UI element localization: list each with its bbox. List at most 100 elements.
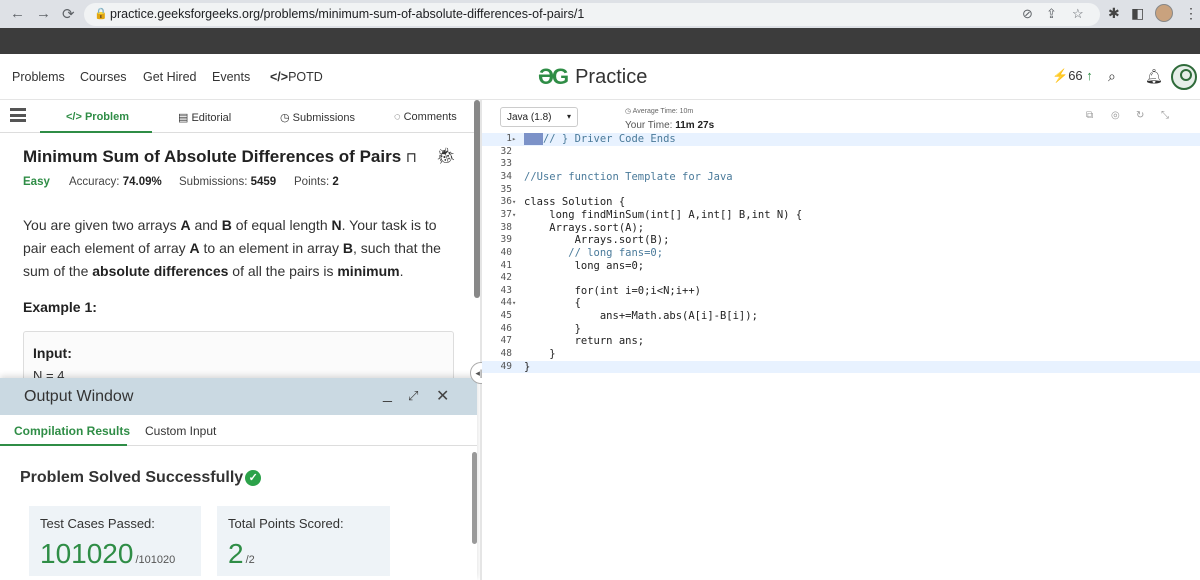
tab-custom-input[interactable]: Custom Input	[145, 424, 216, 438]
bell-icon[interactable]: 🔔︎	[1145, 68, 1163, 85]
tab-editorial-label: Editorial	[191, 112, 232, 124]
profile-avatar[interactable]	[1155, 4, 1173, 22]
search-icon[interactable]: ⌕	[1108, 68, 1116, 85]
code-line[interactable]: 48 }	[482, 348, 1200, 361]
bookmark-icon[interactable]: ⊓	[406, 149, 417, 165]
tab-comments-label: Comments	[403, 111, 457, 123]
arrow-up-icon: ↑	[1086, 68, 1093, 83]
code-line[interactable]: 35	[482, 184, 1200, 197]
line-number: 45	[500, 310, 512, 322]
reload-icon[interactable]: ⟳	[62, 5, 75, 23]
points-label: Points:	[294, 176, 330, 188]
accuracy-label: Accuracy:	[69, 176, 120, 188]
browser-menu-icon[interactable]: ⋮	[1184, 5, 1198, 22]
tab-problem[interactable]: </> Problem	[66, 111, 129, 123]
output-scrollbar[interactable]	[472, 452, 477, 544]
expand-icon[interactable]: ⤢	[408, 388, 418, 404]
url-text[interactable]: practice.geeksforgeeks.org/problems/mini…	[110, 7, 584, 21]
code-line[interactable]: 47 return ans;	[482, 335, 1200, 348]
document-icon: ▤	[178, 112, 192, 124]
code-line[interactable]: 41 long ans=0;	[482, 260, 1200, 273]
address-bar[interactable]: 🔒 practice.geeksforgeeks.org/problems/mi…	[84, 3, 1100, 26]
clock-icon: ◷	[625, 108, 633, 115]
average-time: ◷ Average Time: 10m	[625, 108, 694, 115]
code-line[interactable]: 42	[482, 272, 1200, 285]
close-icon[interactable]: ✕	[436, 386, 449, 406]
code-line[interactable]: 32	[482, 146, 1200, 159]
eye-off-icon[interactable]: ⊘	[1022, 6, 1033, 22]
settings-icon[interactable]: ◎	[1111, 110, 1120, 121]
problem-panel: Minimum Sum of Absolute Differences of P…	[0, 134, 477, 391]
difficulty-badge: Easy	[23, 176, 50, 188]
extensions-icon[interactable]: ✱	[1108, 5, 1120, 22]
line-number: 35	[500, 183, 512, 195]
nav-potd[interactable]: </>POTD	[270, 70, 323, 84]
streak-badge[interactable]: ⚡66 ↑	[1052, 68, 1093, 84]
output-header: Output Window _ ⤢ ✕	[0, 378, 477, 415]
fold-icon[interactable]: ▾	[512, 196, 516, 209]
gfg-logo-icon: ƏG	[538, 64, 569, 89]
tab-compilation-results[interactable]: Compilation Results	[14, 424, 130, 438]
points-value: 2	[332, 176, 339, 188]
active-tab-indicator	[0, 444, 127, 446]
share-icon[interactable]: ⇪	[1046, 6, 1057, 22]
copy-icon[interactable]: ⧉	[1086, 110, 1093, 121]
accuracy: Accuracy: 74.09%	[69, 176, 162, 188]
nav-events[interactable]: Events	[212, 70, 250, 84]
code-line[interactable]: 33	[482, 158, 1200, 171]
gfg-logo[interactable]: ƏG Practice	[538, 64, 647, 90]
code-text: }	[524, 322, 581, 335]
code-line[interactable]: 46 }	[482, 323, 1200, 336]
code-line[interactable]: 49}	[482, 360, 1200, 374]
tab-editorial[interactable]: ▤ Editorial	[178, 111, 231, 124]
code-line[interactable]: 36 ▾ class Solution {	[482, 196, 1200, 209]
sidebar-icon[interactable]: ◧	[1131, 5, 1144, 22]
user-avatar[interactable]	[1171, 64, 1197, 90]
star-icon[interactable]: ☆	[1072, 6, 1084, 22]
code-line[interactable]: 44 ▾ {	[482, 297, 1200, 310]
nav-courses[interactable]: Courses	[80, 70, 127, 84]
browser-toolbar: ← → ⟳ 🔒 practice.geeksforgeeks.org/probl…	[0, 0, 1200, 28]
reset-icon[interactable]: ↻	[1136, 110, 1144, 121]
code-line[interactable]: 1 ▸ ▮▮▮// } Driver Code Ends	[482, 133, 1200, 146]
line-number: 47	[500, 335, 512, 347]
code-text: for(int i=0;i<N;i++)	[524, 284, 702, 297]
nav-problems[interactable]: Problems	[12, 70, 65, 84]
code-icon: </>	[270, 70, 289, 84]
problem-title: Minimum Sum of Absolute Differences of P…	[23, 147, 417, 167]
fullscreen-icon[interactable]: ⤡	[1161, 110, 1169, 121]
active-tab-indicator	[40, 131, 152, 133]
code-line[interactable]: 45 ans+=Math.abs(A[i]-B[i]);	[482, 310, 1200, 323]
line-number: 34	[500, 170, 512, 182]
tab-comments[interactable]: ◌ Comments	[394, 111, 457, 123]
fold-icon[interactable]: ▾	[512, 209, 516, 222]
code-line[interactable]: 37 ▾ long findMinSum(int[] A,int[] B,int …	[482, 209, 1200, 222]
nav-potd-label: POTD	[288, 70, 323, 84]
back-icon[interactable]: ←	[10, 5, 25, 22]
code-line[interactable]: 43 for(int i=0;i<N;i++)	[482, 285, 1200, 298]
fold-icon[interactable]: ▸	[512, 133, 516, 146]
line-number: 42	[500, 272, 512, 284]
forward-icon[interactable]: →	[36, 5, 51, 22]
code-text: }	[524, 360, 531, 373]
test-cases-label: Test Cases Passed:	[40, 516, 155, 531]
fold-marker[interactable]: ▮▮▮	[524, 133, 543, 145]
minimize-icon[interactable]: _	[383, 386, 392, 404]
code-line[interactable]: 38 Arrays.sort(A);	[482, 222, 1200, 235]
code-text: long findMinSum(int[] A,int[] B,int N) {	[524, 208, 803, 221]
code-line[interactable]: 34 //User function Template for Java	[482, 171, 1200, 184]
nav-get-hired[interactable]: Get Hired	[143, 70, 197, 84]
fold-icon[interactable]: ▾	[512, 297, 516, 310]
code-editor[interactable]: 1 ▸ ▮▮▮// } Driver Code Ends 32 33 34 //User f…	[482, 132, 1200, 580]
hamburger-menu-icon[interactable]	[10, 108, 26, 122]
tab-problem-label: Problem	[84, 111, 129, 123]
language-select[interactable]: Java (1.8) ▾	[500, 107, 578, 127]
code-line[interactable]: 39 Arrays.sort(B);	[482, 234, 1200, 247]
bookmarks-bar	[0, 28, 1200, 54]
lock-icon: 🔒	[94, 8, 108, 20]
submissions-label: Submissions:	[179, 176, 248, 188]
bug-report-icon[interactable]: 🐞︎	[436, 146, 456, 166]
tab-submissions[interactable]: ◷ Submissions	[280, 111, 355, 124]
streak-count: 66	[1068, 68, 1083, 83]
code-line[interactable]: 40 // long fans=0;	[482, 247, 1200, 260]
